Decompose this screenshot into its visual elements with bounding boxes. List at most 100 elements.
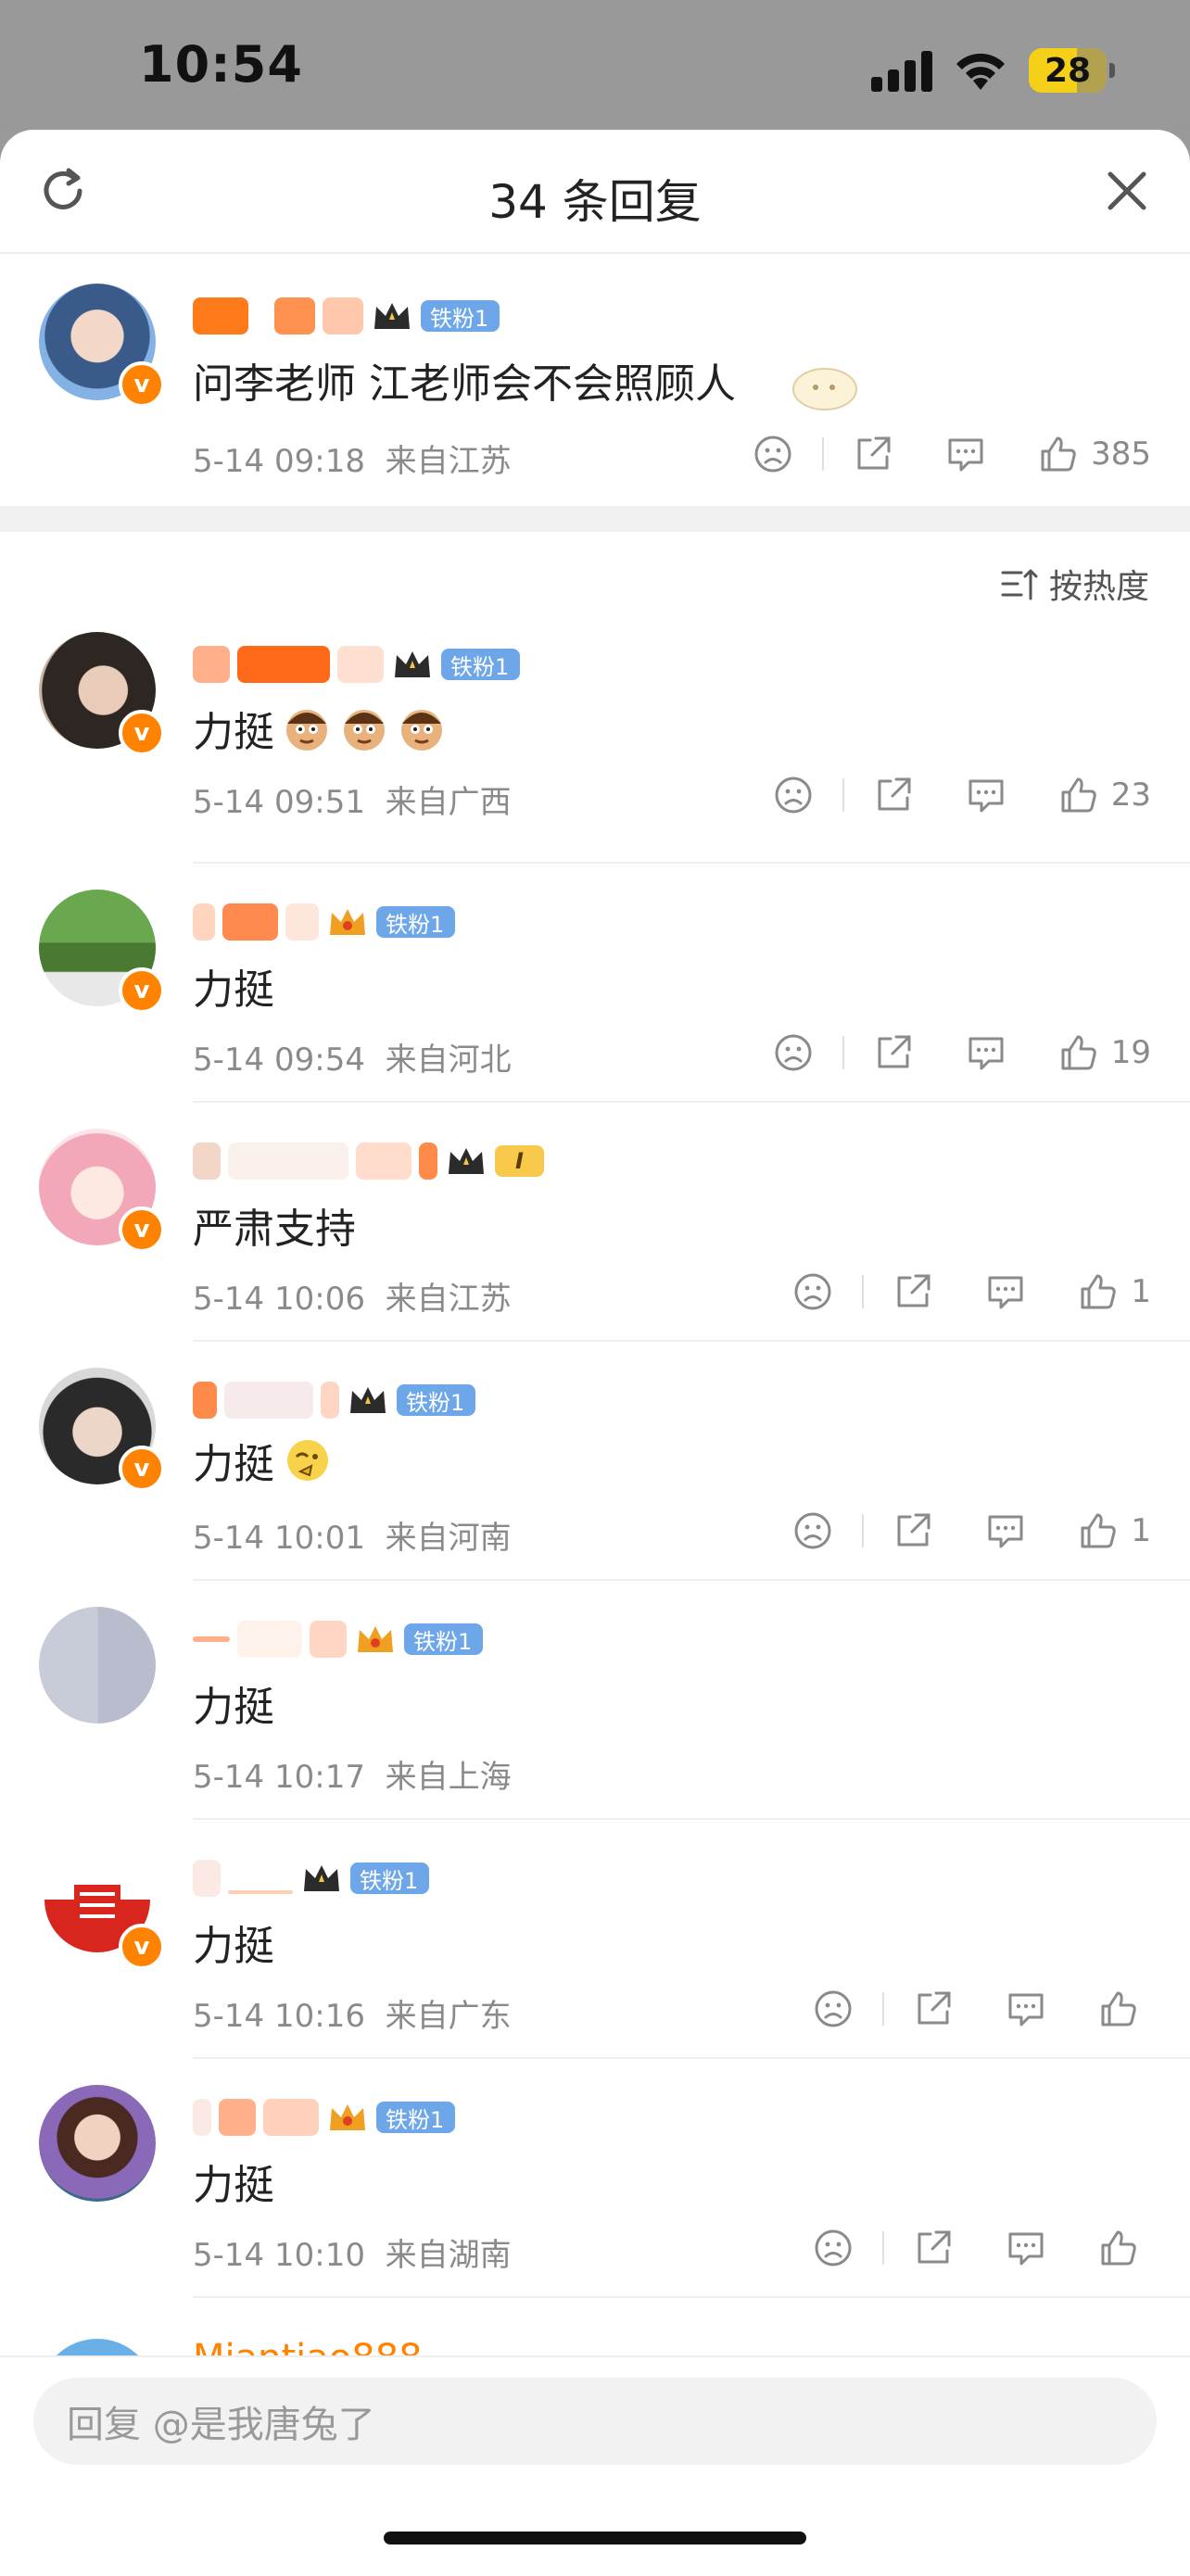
like-button[interactable]: 19 — [1057, 1031, 1151, 1074]
close-icon[interactable] — [1101, 165, 1153, 217]
emoji-icon — [344, 710, 385, 751]
like-button[interactable] — [1097, 1988, 1151, 2030]
dislike-button[interactable] — [812, 2227, 855, 2269]
crown-icon — [350, 1387, 386, 1413]
battery-level: 28 — [1044, 51, 1092, 90]
dislike-button[interactable] — [772, 774, 815, 816]
list-item[interactable]: v 铁粉1 力挺 5-14 10:16 来自广东 — [0, 1820, 1190, 2059]
reply-button[interactable] — [1005, 1988, 1047, 2030]
dislike-button[interactable] — [752, 433, 794, 475]
comment-time: 5-14 10:06 — [193, 1281, 365, 1318]
comment-meta: 5-14 10:06 来自江苏 — [193, 1273, 512, 1319]
username[interactable]: 铁粉1 — [193, 293, 500, 339]
share-button[interactable] — [892, 1509, 934, 1552]
username[interactable]: 铁粉1 — [193, 641, 521, 688]
share-button[interactable] — [872, 774, 915, 816]
comment-actions: 19 — [772, 1025, 1151, 1080]
reply-button[interactable] — [944, 433, 987, 475]
reply-button[interactable] — [965, 1031, 1007, 1074]
like-count: 1 — [1131, 1512, 1151, 1549]
comment-actions — [812, 1981, 1151, 2037]
emoji-icon — [401, 710, 442, 751]
list-item[interactable]: v 铁粉1 力挺 5-14 10:01 来自河南 1 — [0, 1342, 1190, 1581]
section-divider — [0, 506, 1190, 532]
comment-text: 力挺 — [193, 2162, 274, 2209]
like-button[interactable]: 23 — [1057, 774, 1151, 816]
reply-button[interactable] — [965, 774, 1007, 816]
comment-location: 来自江苏 — [385, 443, 512, 480]
reply-button[interactable] — [984, 1270, 1027, 1313]
reply-button[interactable] — [1005, 2227, 1047, 2269]
thumbs-up-icon — [1101, 1991, 1136, 2027]
root-comment[interactable]: v 铁粉1 问李老师 江老师会不会照顾人 5-14 09:18 来自江苏 385 — [0, 254, 1190, 506]
share-button[interactable] — [892, 1270, 934, 1313]
like-button[interactable]: 1 — [1077, 1270, 1151, 1313]
comment-location: 来自上海 — [385, 1759, 512, 1796]
username[interactable]: 铁粉1 — [193, 899, 456, 945]
dislike-button[interactable] — [791, 1270, 834, 1313]
fan-badge: 铁粉1 — [376, 2102, 456, 2133]
like-count: 23 — [1110, 777, 1151, 814]
crown-icon — [449, 1148, 484, 1174]
thumbs-up-icon — [1081, 1513, 1117, 1548]
username[interactable]: 铁粉1 — [193, 1616, 484, 1662]
list-item[interactable]: v I 严肃支持 5-14 10:06 来自江苏 1 — [0, 1103, 1190, 1342]
verified-badge-icon: v — [119, 1446, 165, 1492]
comment-meta: 5-14 10:01 来自河南 — [193, 1512, 512, 1558]
verified-badge-icon: v — [119, 710, 165, 756]
sort-icon — [1001, 569, 1038, 600]
username[interactable]: 铁粉1 — [193, 1855, 430, 1901]
share-icon — [897, 1274, 930, 1307]
frown-icon — [794, 1273, 831, 1310]
share-icon — [857, 436, 891, 470]
dislike-button[interactable] — [812, 1988, 855, 2030]
fan-badge: 铁粉1 — [441, 649, 521, 680]
comment-text: 力挺 — [193, 1923, 274, 1970]
share-icon — [897, 1513, 930, 1547]
sort-button[interactable]: 按热度 — [999, 560, 1149, 608]
comment-actions — [812, 2220, 1151, 2276]
like-count: 1 — [1131, 1273, 1151, 1310]
comment-meta: 5-14 10:17 来自上海 — [193, 1751, 512, 1797]
fan-badge: 铁粉1 — [350, 1863, 430, 1894]
separator — [862, 1275, 865, 1308]
username[interactable]: 铁粉1 — [193, 1377, 476, 1423]
reply-button[interactable] — [984, 1509, 1027, 1552]
comment-meta: 5-14 09:51 来自广西 — [193, 777, 512, 822]
list-item[interactable]: 铁粉1 力挺 5-14 10:17 来自上海 — [0, 1581, 1190, 1820]
comment-meta: 5-14 09:18 来自江苏 — [193, 436, 512, 481]
username[interactable]: 铁粉1 — [193, 2094, 456, 2140]
avatar[interactable] — [39, 2085, 156, 2202]
dislike-button[interactable] — [772, 1031, 815, 1074]
like-button[interactable]: 1 — [1077, 1509, 1151, 1552]
share-icon — [918, 1991, 951, 2025]
wifi-icon — [956, 53, 1005, 90]
page-title: 34 条回复 — [488, 175, 702, 229]
separator — [882, 2231, 884, 2265]
share-icon — [918, 2230, 951, 2264]
like-count: 385 — [1091, 436, 1151, 473]
share-button[interactable] — [872, 1031, 915, 1074]
username[interactable]: I — [193, 1138, 544, 1184]
separator — [842, 778, 844, 812]
dislike-button[interactable] — [791, 1509, 834, 1552]
fan-badge: I — [495, 1145, 544, 1177]
like-button[interactable]: 385 — [1037, 433, 1151, 475]
list-item[interactable]: v 铁粉1 力挺 5-14 09:54 来自河北 19 — [0, 864, 1190, 1103]
reply-input[interactable]: 回复 @是我唐兔了 — [33, 2378, 1157, 2465]
list-item[interactable]: v 铁粉1 力挺 5-14 09:51 来自广西 23 — [0, 625, 1190, 864]
avatar[interactable] — [39, 1607, 156, 1724]
crown-icon — [395, 651, 430, 677]
comment-icon — [968, 779, 1004, 813]
comment-text: 力挺 — [193, 1684, 274, 1731]
share-button[interactable] — [852, 433, 894, 475]
share-button[interactable] — [912, 2227, 955, 2269]
share-button[interactable] — [912, 1988, 955, 2030]
sort-label: 按热度 — [1048, 568, 1149, 606]
list-item[interactable]: 铁粉1 力挺 5-14 10:10 来自湖南 — [0, 2059, 1190, 2298]
like-button[interactable] — [1097, 2227, 1151, 2269]
fan-badge: 铁粉1 — [404, 1623, 484, 1655]
comment-time: 5-14 10:16 — [193, 1998, 365, 2035]
frown-icon — [794, 1512, 831, 1549]
comment-actions: 385 — [752, 426, 1151, 482]
